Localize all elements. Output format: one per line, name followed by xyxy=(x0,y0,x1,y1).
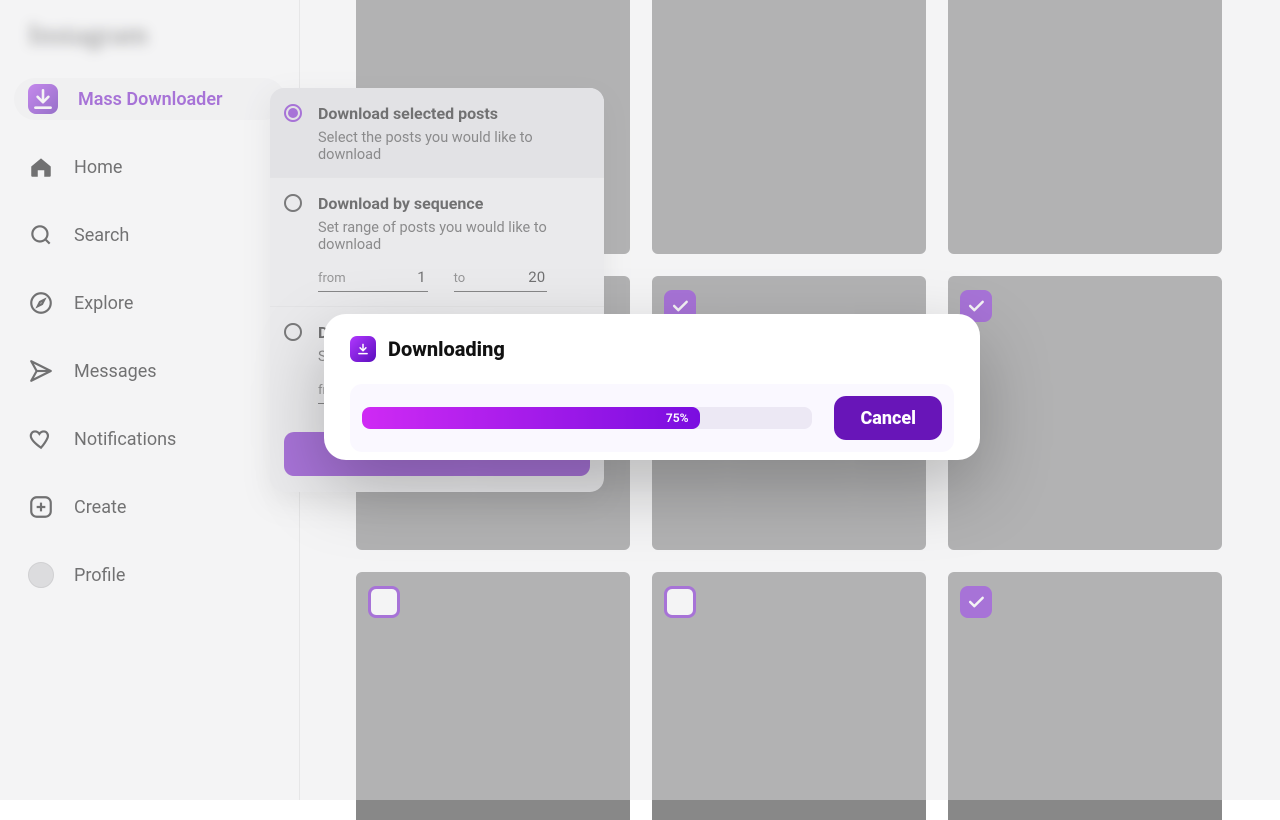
modal-header: Downloading xyxy=(350,336,954,362)
download-square-icon xyxy=(350,336,376,362)
progress-percent-label: 75% xyxy=(666,407,689,429)
modal-title: Downloading xyxy=(388,337,505,361)
modal-body: 75% Cancel xyxy=(350,384,954,452)
progress-bar-fill xyxy=(362,407,700,429)
cancel-button[interactable]: Cancel xyxy=(834,396,942,440)
downloading-modal: Downloading 75% Cancel xyxy=(324,314,980,460)
progress-bar: 75% xyxy=(362,407,812,429)
